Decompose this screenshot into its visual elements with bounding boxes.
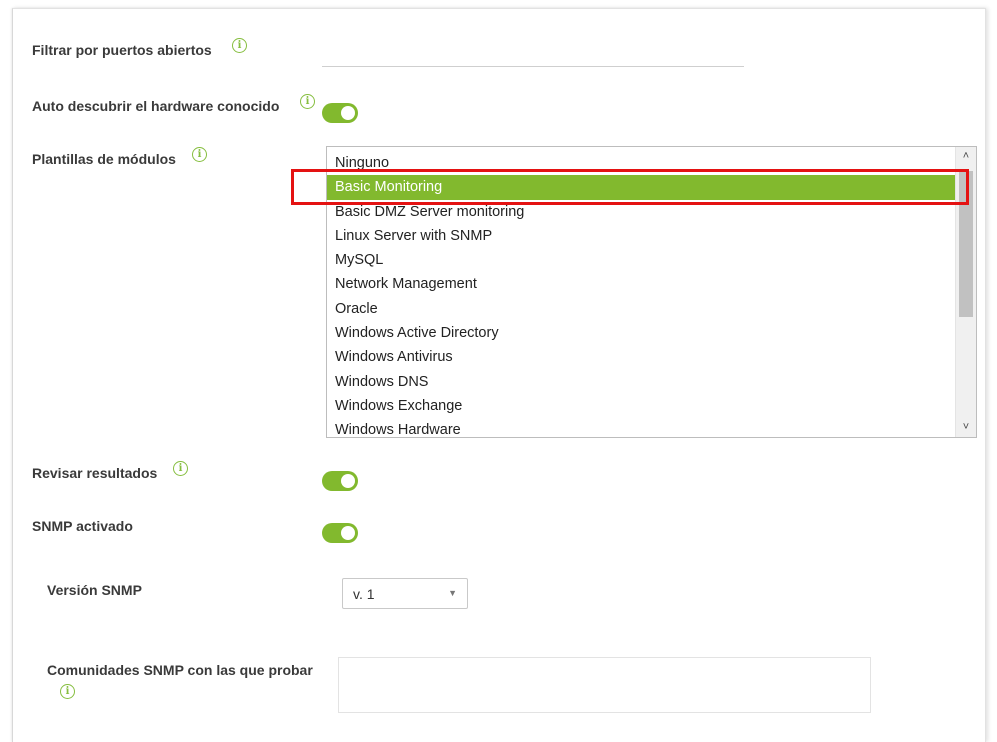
review-results-toggle[interactable] bbox=[322, 471, 358, 491]
open-ports-label: Filtrar por puertos abiertos bbox=[32, 42, 212, 58]
chevron-down-icon[interactable]: ˅ bbox=[956, 419, 976, 436]
toggle-knob bbox=[341, 106, 355, 120]
caret-down-icon: ▼ bbox=[448, 588, 457, 598]
selection-highlight-annotation bbox=[291, 169, 969, 205]
info-icon[interactable]: i bbox=[173, 461, 188, 476]
toggle-knob bbox=[341, 474, 355, 488]
info-icon[interactable]: i bbox=[300, 94, 315, 109]
auto-discover-label: Auto descubrir el hardware conocido bbox=[32, 98, 280, 114]
listbox-option-windows-antivirus[interactable]: Windows Antivirus bbox=[327, 345, 956, 369]
snmp-enabled-label: SNMP activado bbox=[32, 518, 133, 534]
auto-discover-toggle[interactable] bbox=[322, 103, 358, 123]
listbox-option-network-management[interactable]: Network Management bbox=[327, 272, 956, 296]
listbox-option-windows-hardware[interactable]: Windows Hardware bbox=[327, 418, 956, 437]
toggle-knob bbox=[341, 526, 355, 540]
snmp-version-select[interactable]: v. 1 ▼ bbox=[342, 578, 468, 609]
snmp-enabled-toggle[interactable] bbox=[322, 523, 358, 543]
listbox-option-oracle[interactable]: Oracle bbox=[327, 297, 956, 321]
listbox-option-windows-active-directory[interactable]: Windows Active Directory bbox=[327, 321, 956, 345]
snmp-communities-label: Comunidades SNMP con las que probar bbox=[47, 662, 313, 678]
module-templates-label: Plantillas de módulos bbox=[32, 151, 176, 167]
info-icon[interactable]: i bbox=[232, 38, 247, 53]
review-results-label: Revisar resultados bbox=[32, 465, 158, 481]
snmp-version-value: v. 1 bbox=[353, 586, 375, 602]
open-ports-input[interactable] bbox=[322, 36, 744, 67]
info-icon[interactable]: i bbox=[60, 684, 75, 699]
listbox-option-windows-exchange[interactable]: Windows Exchange bbox=[327, 394, 956, 418]
listbox-option-linux-server-with-snmp[interactable]: Linux Server with SNMP bbox=[327, 224, 956, 248]
snmp-communities-textarea[interactable] bbox=[338, 657, 871, 713]
chevron-up-icon[interactable]: ˄ bbox=[956, 148, 976, 165]
snmp-version-label: Versión SNMP bbox=[47, 582, 142, 598]
info-icon[interactable]: i bbox=[192, 147, 207, 162]
listbox-option-windows-dns[interactable]: Windows DNS bbox=[327, 370, 956, 394]
listbox-option-mysql[interactable]: MySQL bbox=[327, 248, 956, 272]
